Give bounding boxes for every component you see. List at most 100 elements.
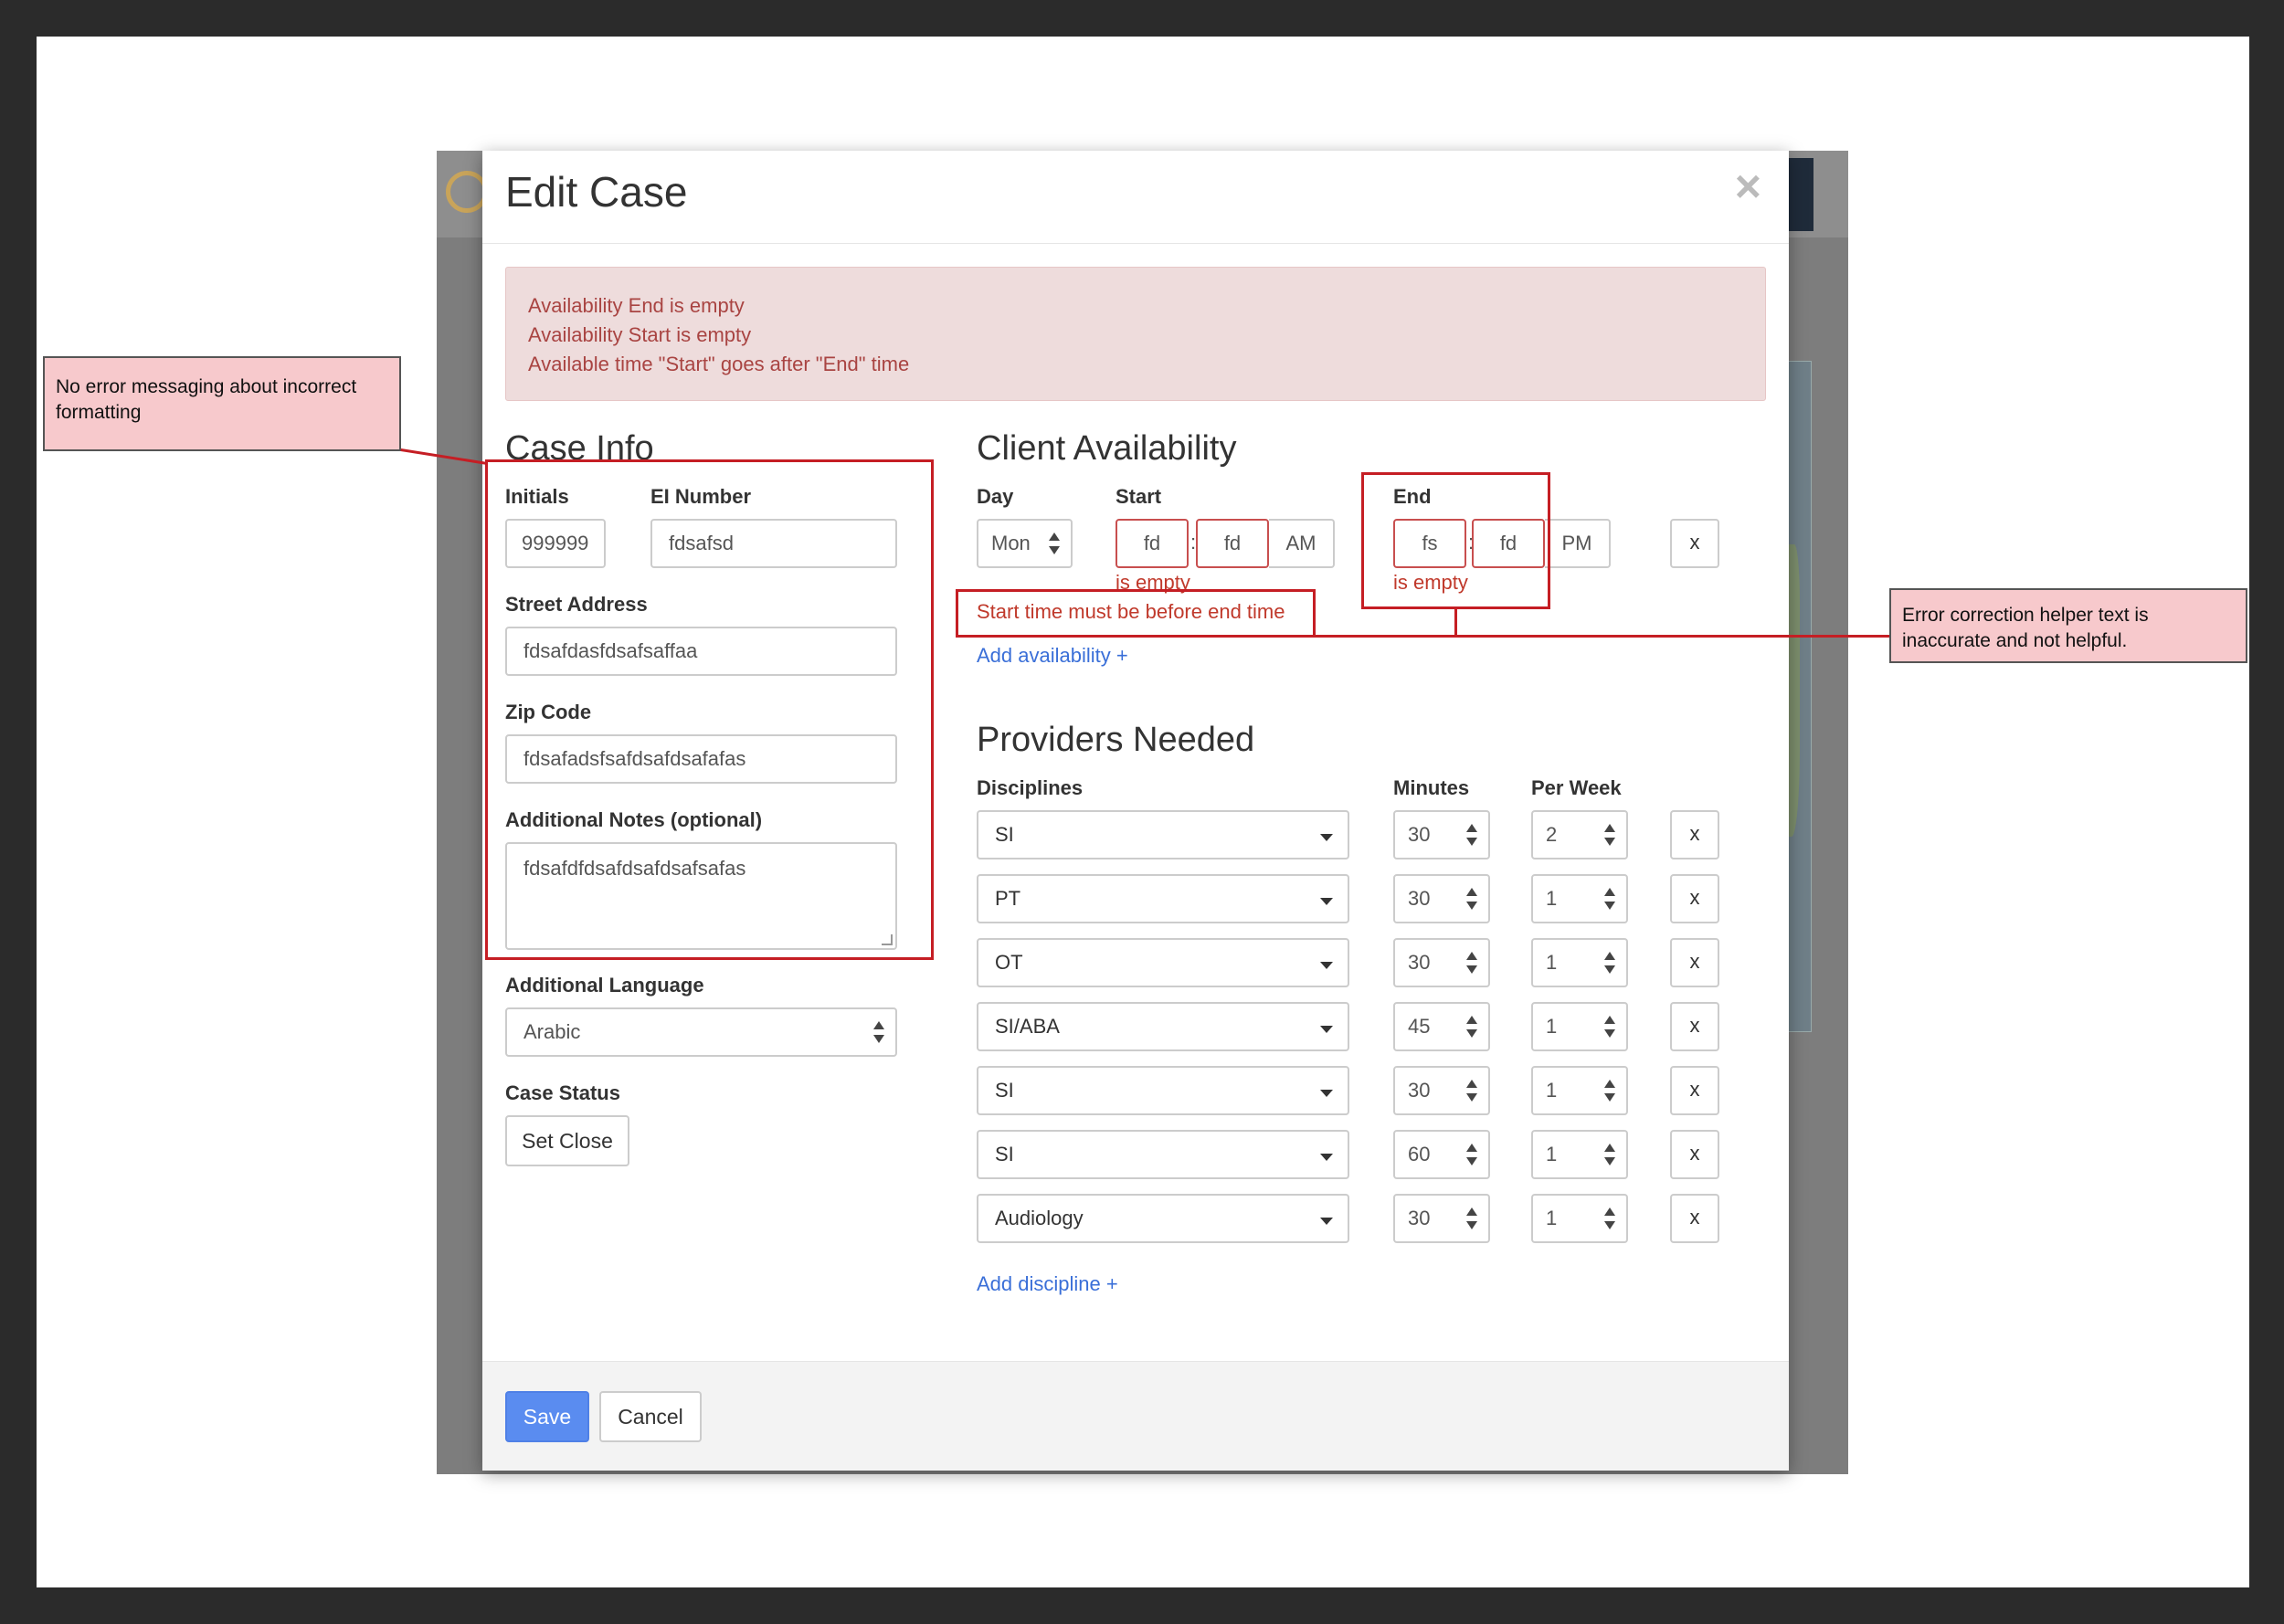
caret-down-icon: [1320, 1090, 1333, 1097]
close-icon[interactable]: ×: [1735, 163, 1761, 209]
minutes-stepper[interactable]: 45: [1393, 1002, 1490, 1051]
caret-down-icon: [1320, 1154, 1333, 1161]
alert-line: Availability Start is empty: [528, 323, 752, 346]
discipline-select[interactable]: SI/ABA: [977, 1002, 1349, 1051]
modal-header: Edit Case ×: [482, 151, 1789, 244]
per-week-stepper[interactable]: 1: [1531, 1002, 1628, 1051]
end-ampm-toggle[interactable]: PM: [1545, 519, 1611, 568]
discipline-select[interactable]: Audiology: [977, 1194, 1349, 1243]
add-availability-link[interactable]: Add availability +: [977, 644, 1128, 668]
discipline-select[interactable]: OT: [977, 938, 1349, 987]
background-thumbnail: [1788, 158, 1813, 231]
day-select[interactable]: Mon: [977, 519, 1073, 568]
discipline-select[interactable]: PT: [977, 874, 1349, 923]
stepper-arrows-icon[interactable]: [1604, 888, 1615, 910]
minutes-label: Minutes: [1393, 776, 1470, 799]
discipline-value: SI: [995, 1143, 1014, 1165]
discipline-select[interactable]: SI: [977, 1130, 1349, 1179]
minutes-value: 30: [1408, 951, 1431, 974]
remove-discipline-button[interactable]: x: [1670, 1002, 1719, 1051]
stepper-arrows-icon[interactable]: [1604, 1144, 1615, 1165]
minutes-stepper[interactable]: 30: [1393, 1194, 1490, 1243]
caret-down-icon: [1320, 1026, 1333, 1033]
stepper-arrows-icon[interactable]: [1604, 1016, 1615, 1038]
per-week-stepper[interactable]: 1: [1531, 938, 1628, 987]
alert-line: Available time "Start" goes after "End" …: [528, 353, 910, 375]
discipline-value: SI: [995, 1079, 1014, 1102]
stepper-arrows-icon[interactable]: [1604, 1080, 1615, 1102]
per-week-value: 1: [1546, 887, 1558, 910]
stepper-arrows-icon[interactable]: [1466, 952, 1477, 974]
per-week-stepper[interactable]: 1: [1531, 1130, 1628, 1179]
minutes-stepper[interactable]: 30: [1393, 938, 1490, 987]
disciplines-label: Disciplines: [977, 776, 1084, 799]
select-arrows-icon: [1049, 533, 1060, 554]
modal-title: Edit Case: [505, 168, 688, 216]
discipline-value: SI/ABA: [995, 1015, 1060, 1038]
remove-discipline-button[interactable]: x: [1670, 1066, 1719, 1115]
per-week-stepper[interactable]: 2: [1531, 810, 1628, 859]
minutes-stepper[interactable]: 60: [1393, 1130, 1490, 1179]
per-week-value: 1: [1546, 1143, 1558, 1165]
case-status-label: Case Status: [505, 1081, 620, 1104]
stepper-arrows-icon[interactable]: [1466, 888, 1477, 910]
error-alert: Availability End is empty Availability S…: [505, 267, 1766, 401]
right-annotation-connector: [1316, 635, 1889, 638]
minutes-stepper[interactable]: 30: [1393, 1066, 1490, 1115]
formatting-annotation-note: No error messaging about incorrect forma…: [43, 356, 401, 451]
minutes-stepper[interactable]: 30: [1393, 874, 1490, 923]
minutes-value: 30: [1408, 887, 1431, 910]
per-week-stepper[interactable]: 1: [1531, 874, 1628, 923]
start-label: Start: [1116, 485, 1162, 508]
start-hour-input[interactable]: fd: [1116, 519, 1189, 568]
per-week-value: 1: [1546, 1207, 1558, 1229]
caret-down-icon: [1320, 898, 1333, 905]
per-week-stepper[interactable]: 1: [1531, 1066, 1628, 1115]
remove-discipline-button[interactable]: x: [1670, 874, 1719, 923]
caret-down-icon: [1320, 962, 1333, 969]
start-ampm-toggle[interactable]: AM: [1269, 519, 1335, 568]
cancel-button[interactable]: Cancel: [599, 1391, 702, 1442]
additional-language-label: Additional Language: [505, 974, 704, 997]
per-week-value: 1: [1546, 1079, 1558, 1102]
day-value: Mon: [991, 532, 1031, 554]
stepper-arrows-icon[interactable]: [1466, 1207, 1477, 1229]
stepper-arrows-icon[interactable]: [1466, 1144, 1477, 1165]
stepper-arrows-icon[interactable]: [1604, 824, 1615, 846]
select-arrows-icon: [873, 1021, 884, 1043]
discipline-value: Audiology: [995, 1207, 1084, 1229]
additional-language-select[interactable]: Arabic: [505, 1007, 897, 1057]
discipline-select[interactable]: SI: [977, 1066, 1349, 1115]
minutes-value: 30: [1408, 1079, 1431, 1102]
add-discipline-link[interactable]: Add discipline +: [977, 1272, 1118, 1296]
per-week-stepper[interactable]: 1: [1531, 1194, 1628, 1243]
remove-discipline-button[interactable]: x: [1670, 938, 1719, 987]
minutes-value: 30: [1408, 1207, 1431, 1229]
helper-text-annotation-note: Error correction helper text is inaccura…: [1889, 588, 2247, 663]
minutes-value: 45: [1408, 1015, 1431, 1038]
stepper-arrows-icon[interactable]: [1604, 952, 1615, 974]
per-week-value: 1: [1546, 1015, 1558, 1038]
remove-discipline-button[interactable]: x: [1670, 1194, 1719, 1243]
stepper-arrows-icon[interactable]: [1604, 1207, 1615, 1229]
save-button[interactable]: Save: [505, 1391, 589, 1442]
remove-discipline-button[interactable]: x: [1670, 810, 1719, 859]
caret-down-icon: [1320, 834, 1333, 841]
minutes-value: 30: [1408, 823, 1431, 846]
remove-discipline-button[interactable]: x: [1670, 1130, 1719, 1179]
discipline-value: OT: [995, 951, 1023, 974]
caret-down-icon: [1320, 1218, 1333, 1225]
stepper-arrows-icon[interactable]: [1466, 824, 1477, 846]
discipline-select[interactable]: SI: [977, 810, 1349, 859]
remove-availability-button[interactable]: x: [1670, 519, 1719, 568]
case-info-highlight: [485, 459, 934, 960]
minutes-stepper[interactable]: 30: [1393, 810, 1490, 859]
stepper-arrows-icon[interactable]: [1466, 1080, 1477, 1102]
day-label: Day: [977, 485, 1014, 508]
client-availability-title: Client Availability: [977, 429, 1237, 468]
modal-footer: Save Cancel: [482, 1361, 1789, 1471]
per-week-value: 1: [1546, 951, 1558, 974]
set-close-button[interactable]: Set Close: [505, 1115, 629, 1166]
stepper-arrows-icon[interactable]: [1466, 1016, 1477, 1038]
start-minute-input[interactable]: fd: [1196, 519, 1269, 568]
